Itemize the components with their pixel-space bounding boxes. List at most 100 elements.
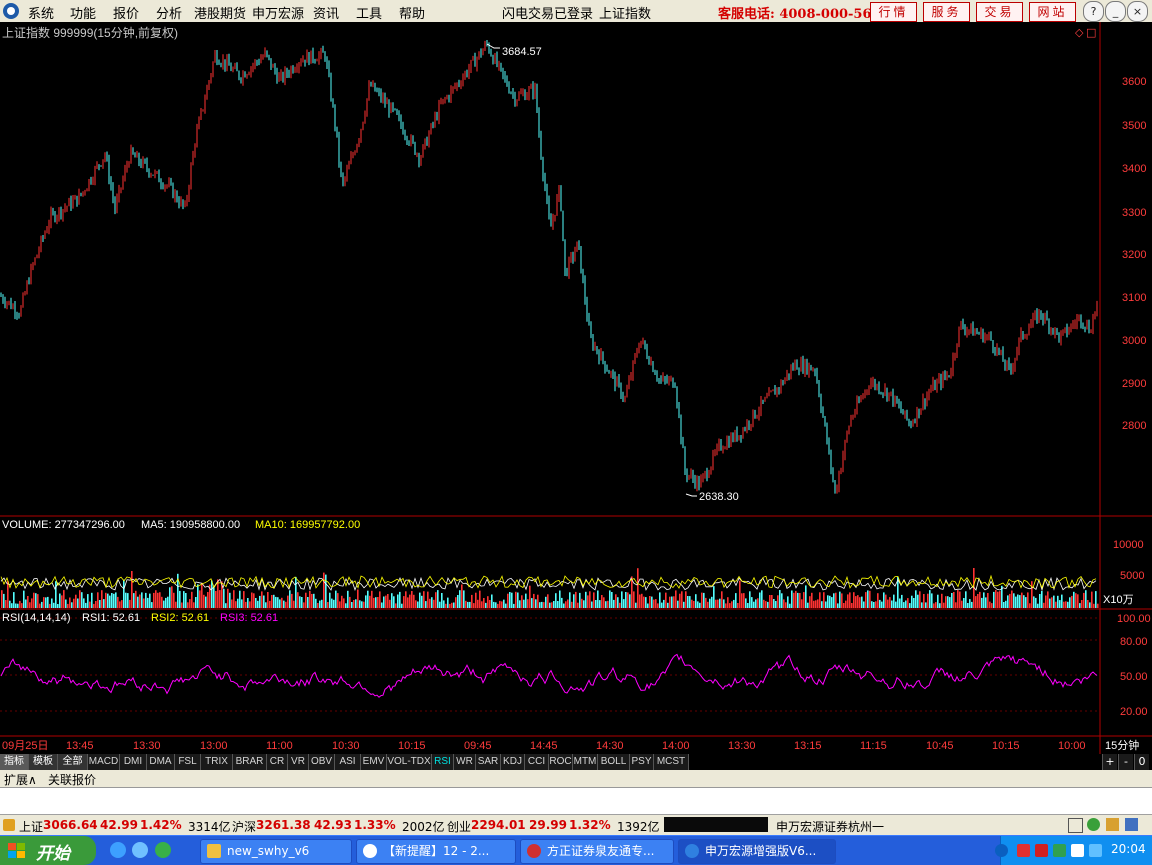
info-panel (0, 788, 1152, 814)
indicator-tab-cr[interactable]: CR (267, 754, 288, 770)
volume-bar (65, 599, 67, 608)
tray-shield-icon[interactable] (1071, 844, 1084, 857)
related-quote-tab[interactable]: 关联报价 (48, 771, 96, 788)
indicator-tab-trix[interactable]: TRIX (201, 754, 233, 770)
indicator-tab-roc[interactable]: ROC (549, 754, 573, 770)
volume-bar (953, 592, 955, 608)
indicator-tab-rsi[interactable]: RSI (432, 754, 454, 770)
volume-bar (97, 592, 99, 608)
tray-app2-icon[interactable] (1035, 844, 1048, 857)
indicator-tab-macd[interactable]: MACD (88, 754, 120, 770)
menu-help[interactable]: 帮助 (399, 3, 425, 22)
indicator-tab-sar[interactable]: SAR (476, 754, 501, 770)
indicator-tab-vr[interactable]: VR (288, 754, 309, 770)
tray-app1-icon[interactable] (1017, 844, 1030, 857)
volume-bar (183, 591, 185, 608)
tab-reset-button[interactable]: 0 (1134, 754, 1149, 770)
chart-svg[interactable]: 上证指数 999999(15分钟,前复权) ◇ □ VOLUME: 277347… (0, 22, 1152, 754)
task-window-folder[interactable]: new_swhy_v6 (200, 839, 352, 864)
volume-bar (71, 602, 73, 608)
start-button[interactable]: 开始 (0, 836, 96, 865)
menu-quote[interactable]: 报价 (113, 3, 139, 22)
indicator-tab--[interactable]: 全部 (58, 754, 88, 770)
indicator-tab-mtm[interactable]: MTM (573, 754, 598, 770)
volume-bar (261, 591, 263, 608)
ytick-2800: 2800 (1122, 420, 1146, 432)
indicator-tab--[interactable]: 模板 (29, 754, 58, 770)
indicator-tab-asi[interactable]: ASI (335, 754, 361, 770)
volume-bar (513, 603, 515, 608)
network-icon[interactable] (1087, 818, 1100, 831)
indicator-tab-mcst[interactable]: MCST (654, 754, 689, 770)
volume-bar (455, 597, 457, 608)
window-icon[interactable] (1068, 818, 1083, 833)
menu-tools[interactable]: 工具 (356, 3, 382, 22)
volume-bar (685, 591, 687, 608)
app-logo-icon[interactable] (3, 3, 19, 19)
period-label[interactable]: 15分钟 (1105, 738, 1139, 752)
volume-bar (451, 602, 453, 608)
volume-bar (527, 599, 529, 608)
tray-app3-icon[interactable] (1053, 844, 1066, 857)
volume-bar (649, 596, 651, 608)
volume-bar (927, 593, 929, 608)
volume-bar (375, 597, 377, 608)
message-icon[interactable] (1125, 818, 1138, 831)
menu-hk-futures[interactable]: 港股期货 (194, 3, 246, 22)
indicator-tab-dmi[interactable]: DMI (120, 754, 147, 770)
volume-bar (921, 602, 923, 608)
indicator-tab-fsl[interactable]: FSL (175, 754, 201, 770)
indicator-tab-kdj[interactable]: KDJ (501, 754, 525, 770)
menu-system[interactable]: 系统 (28, 3, 54, 22)
browser-icon[interactable] (155, 842, 171, 858)
chart-maximize-icon[interactable]: □ (1086, 26, 1096, 39)
lock-icon[interactable] (1106, 818, 1119, 831)
indicator-tab-emv[interactable]: EMV (361, 754, 387, 770)
indicator-tab-brar[interactable]: BRAR (233, 754, 267, 770)
expand-tab[interactable]: 扩展∧ (4, 771, 37, 788)
trade-button[interactable]: 交易 (976, 2, 1023, 22)
close-icon[interactable]: × (1127, 1, 1148, 22)
ytick-3500: 3500 (1122, 120, 1146, 132)
menu-function[interactable]: 功能 (70, 3, 96, 22)
index-status-bar: 上证 3066.64 42.99 1.42% 3314亿 沪深 3261.38 … (0, 814, 1152, 836)
task-window-founder[interactable]: 方正证券泉友通专... (520, 839, 674, 864)
indicator-tab-vol-tdx[interactable]: VOL-TDX (387, 754, 432, 770)
indicator-tab-wr[interactable]: WR (454, 754, 476, 770)
indicator-tab-boll[interactable]: BOLL (598, 754, 630, 770)
indicator-tab-dma[interactable]: DMA (147, 754, 175, 770)
tray-expand-icon[interactable] (995, 844, 1008, 857)
task-window-forum[interactable]: 【新提醒】12 - 2... (356, 839, 516, 864)
volume-bar (41, 601, 43, 608)
tray-volume-icon[interactable] (1089, 844, 1102, 857)
volume-bar (265, 602, 267, 608)
menu-swhy[interactable]: 申万宏源 (252, 3, 304, 22)
help-circle-icon[interactable]: ? (1083, 1, 1104, 22)
menu-news[interactable]: 资讯 (313, 3, 339, 22)
volume-bar (1, 590, 3, 608)
tab-remove-button[interactable]: - (1118, 754, 1133, 770)
minimize-icon[interactable]: _ (1105, 1, 1126, 22)
quotes-button[interactable]: 行情 (870, 2, 917, 22)
indicator-tab-cci[interactable]: CCI (525, 754, 549, 770)
chart-area[interactable]: 上证指数 999999(15分钟,前复权) ◇ □ VOLUME: 277347… (0, 22, 1152, 754)
task-window-swhy[interactable]: 申万宏源增强版V6... (678, 839, 836, 864)
volume-bar (759, 592, 761, 608)
volume-bar (883, 592, 885, 608)
website-button[interactable]: 网站 (1029, 2, 1076, 22)
ie-icon[interactable] (110, 842, 126, 858)
volume-bar (271, 595, 273, 608)
volume-bar (997, 591, 999, 608)
rsi2-label: RSI2: 52.61 (151, 612, 209, 624)
volume-bar (7, 580, 9, 608)
chart-options-icon[interactable]: ◇ (1075, 26, 1084, 39)
indicator-tab-obv[interactable]: OBV (309, 754, 335, 770)
volume-bar (1003, 602, 1005, 608)
indicator-tab-psy[interactable]: PSY (630, 754, 654, 770)
indicator-tab--[interactable]: 指标 (0, 754, 29, 770)
alert-icon[interactable] (3, 819, 15, 831)
tab-add-button[interactable]: + (1102, 754, 1117, 770)
service-button[interactable]: 服务 (923, 2, 970, 22)
ie-alt-icon[interactable] (132, 842, 148, 858)
menu-analysis[interactable]: 分析 (156, 3, 182, 22)
